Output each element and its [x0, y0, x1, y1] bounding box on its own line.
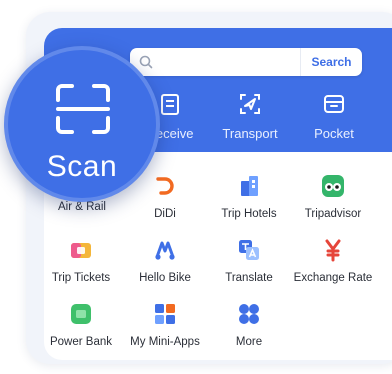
trip-tickets-button[interactable]: Trip Tickets [38, 236, 124, 288]
tripadvisor-icon [319, 172, 347, 200]
scan-label: Scan [46, 150, 118, 183]
air-rail-label[interactable]: Air & Rail [58, 201, 106, 213]
translate-button[interactable]: Translate [206, 236, 292, 288]
tripadvisor-label: Tripadvisor [304, 208, 362, 220]
more-icon [235, 300, 263, 328]
search-input[interactable] [158, 52, 298, 72]
my-mini-apps-button[interactable]: My Mini-Apps [122, 300, 208, 352]
mobile-app-screen: Search Receive Transport Pocket Air & Ra… [0, 0, 392, 374]
transport-label: Transport [222, 126, 278, 141]
translate-label: Translate [225, 272, 273, 284]
exchange-rate-label: Exchange Rate [293, 272, 373, 284]
search-button[interactable]: Search [300, 48, 362, 76]
trip-tickets-label: Trip Tickets [51, 272, 111, 284]
power-bank-icon [67, 300, 95, 328]
trip-hotels-label: Trip Hotels [221, 208, 277, 220]
tickets-icon [67, 236, 95, 264]
search-bar: Search [130, 48, 362, 76]
pocket-icon [324, 95, 344, 113]
my-mini-apps-label: My Mini-Apps [130, 336, 200, 348]
search-icon [139, 55, 153, 69]
exchange-rate-icon [319, 236, 347, 264]
transport-button[interactable]: Transport [210, 90, 290, 146]
hello-bike-button[interactable]: Hello Bike [122, 236, 208, 288]
didi-label: DiDi [154, 208, 176, 220]
mini-apps-icon [151, 300, 179, 328]
more-button[interactable]: More [206, 300, 292, 352]
more-label: More [235, 336, 263, 348]
bike-icon [151, 236, 179, 264]
translate-icon [235, 236, 263, 264]
transport-icon [240, 94, 260, 114]
pocket-label: Pocket [314, 126, 354, 141]
trip-hotels-button[interactable]: Trip Hotels [206, 172, 292, 224]
hello-bike-label: Hello Bike [139, 272, 191, 284]
power-bank-label: Power Bank [49, 336, 112, 348]
exchange-rate-button[interactable]: Exchange Rate [290, 236, 376, 288]
scan-frame-icon [56, 84, 110, 134]
pocket-button[interactable]: Pocket [294, 90, 374, 146]
receive-icon [161, 94, 179, 115]
scan-button[interactable]: Scan [4, 46, 160, 202]
power-bank-button[interactable]: Power Bank [38, 300, 124, 352]
hotel-icon [235, 172, 263, 200]
tripadvisor-button[interactable]: Tripadvisor [290, 172, 376, 224]
